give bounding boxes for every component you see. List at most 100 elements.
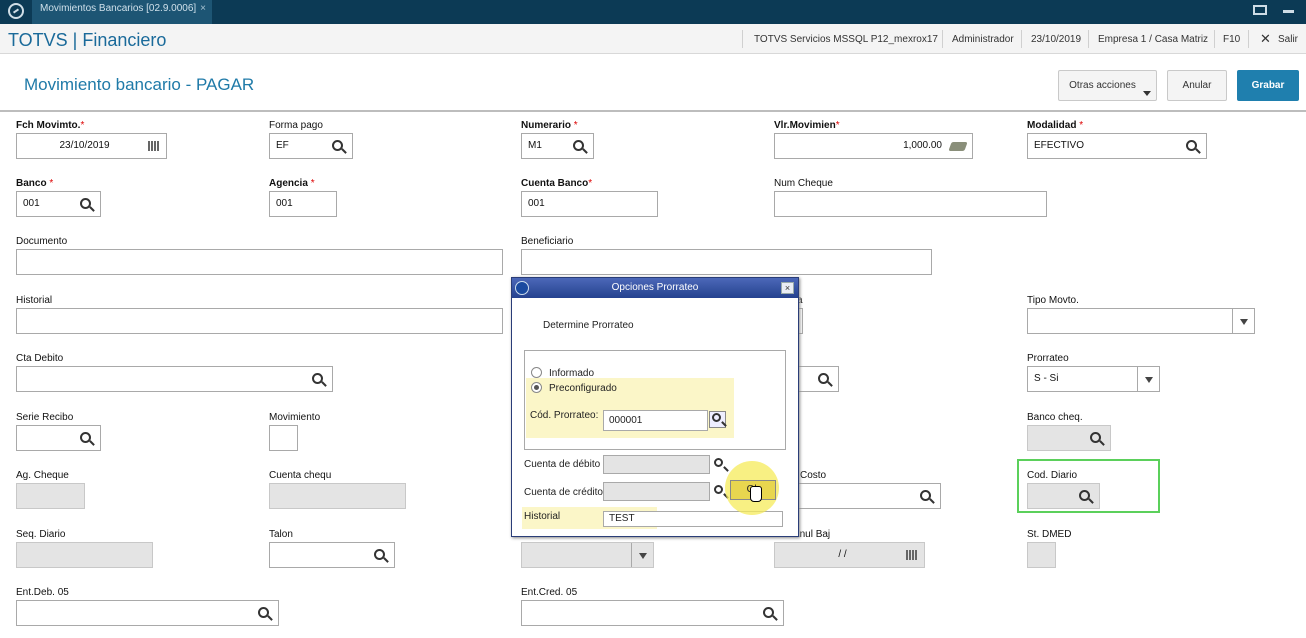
- window-tab-bar: Movimientos Bancarios [02.9.0006] ×: [0, 0, 1306, 24]
- radio-preconfigurado-label: Preconfigurado: [549, 383, 617, 394]
- exit-link[interactable]: Salir: [1278, 34, 1298, 45]
- dialog-close-button[interactable]: ×: [781, 282, 794, 294]
- ctach-field: [269, 483, 406, 509]
- f10-key[interactable]: F10: [1223, 34, 1240, 45]
- agencia-field[interactable]: 001: [269, 191, 337, 217]
- app-header: TOTVS | Financiero TOTVS Servicios MSSQL…: [0, 24, 1306, 54]
- cuenta-debito-field[interactable]: [603, 455, 710, 474]
- other-actions-button[interactable]: Otras acciones: [1058, 70, 1157, 101]
- calendar-icon: [906, 550, 918, 560]
- chevron-down-icon: [631, 543, 653, 567]
- forma-field[interactable]: EF: [269, 133, 353, 159]
- modalidad-field[interactable]: EFECTIVO: [1027, 133, 1207, 159]
- tipo-select[interactable]: [1027, 308, 1255, 334]
- search-icon[interactable]: [80, 432, 91, 443]
- company-info[interactable]: Empresa 1 / Casa Matriz: [1098, 34, 1208, 45]
- search-icon[interactable]: [920, 490, 931, 501]
- agch-field: [16, 483, 85, 509]
- agencia-label: Agencia *: [269, 178, 315, 189]
- entcred-field[interactable]: [521, 600, 784, 626]
- banco-label: Banco *: [16, 178, 54, 189]
- cod-prorrateo-label: Cód. Prorrateo:: [530, 410, 599, 421]
- serie-field[interactable]: [16, 425, 101, 451]
- entcred-label: Ent.Cred. 05: [521, 587, 578, 598]
- page-title: Movimiento bancario - PAGAR: [24, 75, 255, 94]
- dialog-titlebar[interactable]: Opciones Prorrateo ×: [512, 278, 798, 298]
- chevron-down-icon: [1143, 91, 1151, 96]
- search-icon[interactable]: [818, 373, 829, 384]
- banco-field[interactable]: 001: [16, 191, 101, 217]
- app-brand: TOTVS | Financiero: [8, 30, 167, 50]
- hand-cursor-icon: [750, 486, 762, 502]
- vlr-field[interactable]: 1,000.00: [774, 133, 973, 159]
- search-icon[interactable]: [1186, 140, 1197, 151]
- tipo-label: Tipo Movto.: [1027, 295, 1079, 306]
- search-icon[interactable]: [258, 607, 269, 618]
- cuenta-field[interactable]: 001: [521, 191, 658, 217]
- window-tab[interactable]: Movimientos Bancarios [02.9.0006] ×: [32, 0, 212, 24]
- forma-label: Forma pago: [269, 120, 323, 131]
- dialog-app-icon: [515, 281, 529, 295]
- page-titlebar: Movimiento bancario - PAGAR Otras accion…: [0, 55, 1306, 112]
- search-icon[interactable]: [332, 140, 343, 151]
- minimize-icon[interactable]: [1283, 10, 1294, 13]
- vlr-label: Vlr.Movimien*: [774, 120, 840, 131]
- ctadeb-label: Cta Debito: [16, 353, 64, 364]
- date-info: 23/10/2019: [1031, 34, 1082, 45]
- search-icon[interactable]: [374, 549, 385, 560]
- search-icon[interactable]: [1090, 432, 1101, 443]
- ctadeb-field[interactable]: [16, 366, 333, 392]
- search-icon[interactable]: [714, 458, 723, 467]
- serie-label: Serie Recibo: [16, 412, 74, 423]
- ctach-label: Cuenta chequ: [269, 470, 332, 481]
- cancel-button[interactable]: Anular: [1167, 70, 1227, 101]
- chevron-down-icon[interactable]: [1232, 309, 1254, 333]
- cod-prorrateo-field[interactable]: 000001: [603, 410, 708, 431]
- search-icon: [712, 413, 721, 422]
- search-icon[interactable]: [714, 485, 723, 494]
- radio-preconfigurado[interactable]: [531, 382, 542, 393]
- ccosto-label: Costo: [800, 470, 827, 481]
- radio-informado[interactable]: [531, 367, 542, 378]
- calendar-icon[interactable]: [148, 141, 160, 151]
- chevron-down-icon[interactable]: [1137, 367, 1159, 391]
- ccosto-field[interactable]: [790, 483, 941, 509]
- user-info: Administrador: [952, 34, 1014, 45]
- search-icon[interactable]: [312, 373, 323, 384]
- fch-field[interactable]: 23/10/2019: [16, 133, 167, 159]
- numcheque-field[interactable]: [774, 191, 1047, 217]
- prorrateo-select[interactable]: S - Si: [1027, 366, 1160, 392]
- entdeb-field[interactable]: [16, 600, 279, 626]
- numerario-label: Numerario *: [521, 120, 578, 131]
- entdeb-label: Ent.Deb. 05: [16, 587, 69, 598]
- dialog-heading: Determine Prorrateo: [543, 320, 634, 331]
- tab-title: Movimientos Bancarios [02.9.0006]: [40, 3, 197, 14]
- historial-field[interactable]: [16, 308, 503, 334]
- cod-search-button[interactable]: [709, 411, 726, 428]
- app-logo-icon: [8, 3, 24, 19]
- seqdiario-label: Seq. Diario: [16, 529, 66, 540]
- numerario-field[interactable]: M1: [521, 133, 594, 159]
- coddiario-field: [1027, 483, 1100, 509]
- search-icon[interactable]: [573, 140, 584, 151]
- bancoch-field: [1027, 425, 1111, 451]
- modalidad-label: Modalidad *: [1027, 120, 1084, 131]
- search-icon[interactable]: [80, 198, 91, 209]
- close-icon[interactable]: ✕: [1260, 31, 1271, 47]
- other-actions-label: Otras acciones: [1069, 80, 1136, 91]
- talon-field[interactable]: [269, 542, 395, 568]
- search-icon[interactable]: [1079, 490, 1090, 501]
- movimiento-field[interactable]: [269, 425, 298, 451]
- historial-label: Historial: [16, 295, 53, 306]
- mail-icon[interactable]: [1253, 5, 1267, 15]
- cuenta-credito-field[interactable]: [603, 482, 710, 501]
- fch-label: Fch Movimto.*: [16, 120, 85, 131]
- save-button[interactable]: Grabar: [1237, 70, 1299, 101]
- coddiario-label: Cod. Diario: [1027, 470, 1078, 481]
- beneficiario-label: Beneficiario: [521, 236, 574, 247]
- money-icon: [948, 142, 968, 151]
- search-icon[interactable]: [763, 607, 774, 618]
- tab-close-icon[interactable]: ×: [200, 0, 206, 18]
- documento-field[interactable]: [16, 249, 503, 275]
- beneficiario-field[interactable]: [521, 249, 932, 275]
